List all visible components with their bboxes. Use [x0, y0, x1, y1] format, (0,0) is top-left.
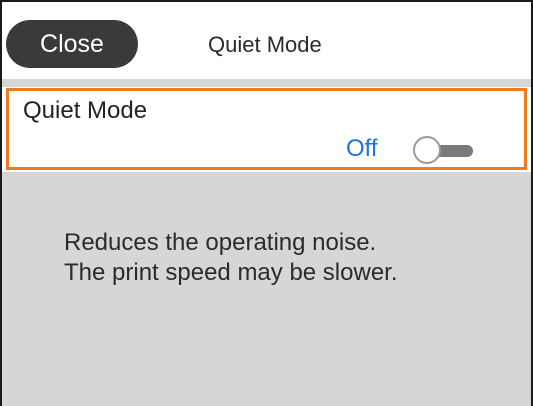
close-button[interactable]: Close — [6, 20, 138, 68]
description-line-1: Reduces the operating noise. — [64, 229, 377, 256]
header-divider — [2, 79, 531, 87]
quiet-mode-toggle[interactable] — [409, 135, 475, 165]
description-panel: Reduces the operating noise. The print s… — [2, 172, 531, 406]
setting-value: Off — [346, 135, 378, 162]
page-title: Quiet Mode — [208, 32, 322, 57]
quiet-mode-screen: Close Quiet Mode Quiet Mode Off Reduces … — [0, 0, 533, 406]
quiet-mode-setting-row[interactable]: Quiet Mode Off — [6, 88, 527, 170]
description-text: Reduces the operating noise. The print s… — [64, 228, 398, 288]
setting-label: Quiet Mode — [23, 97, 148, 124]
description-line-2: The print speed may be slower. — [64, 259, 398, 286]
toggle-knob — [413, 136, 441, 164]
header-bar: Close Quiet Mode — [2, 2, 531, 82]
